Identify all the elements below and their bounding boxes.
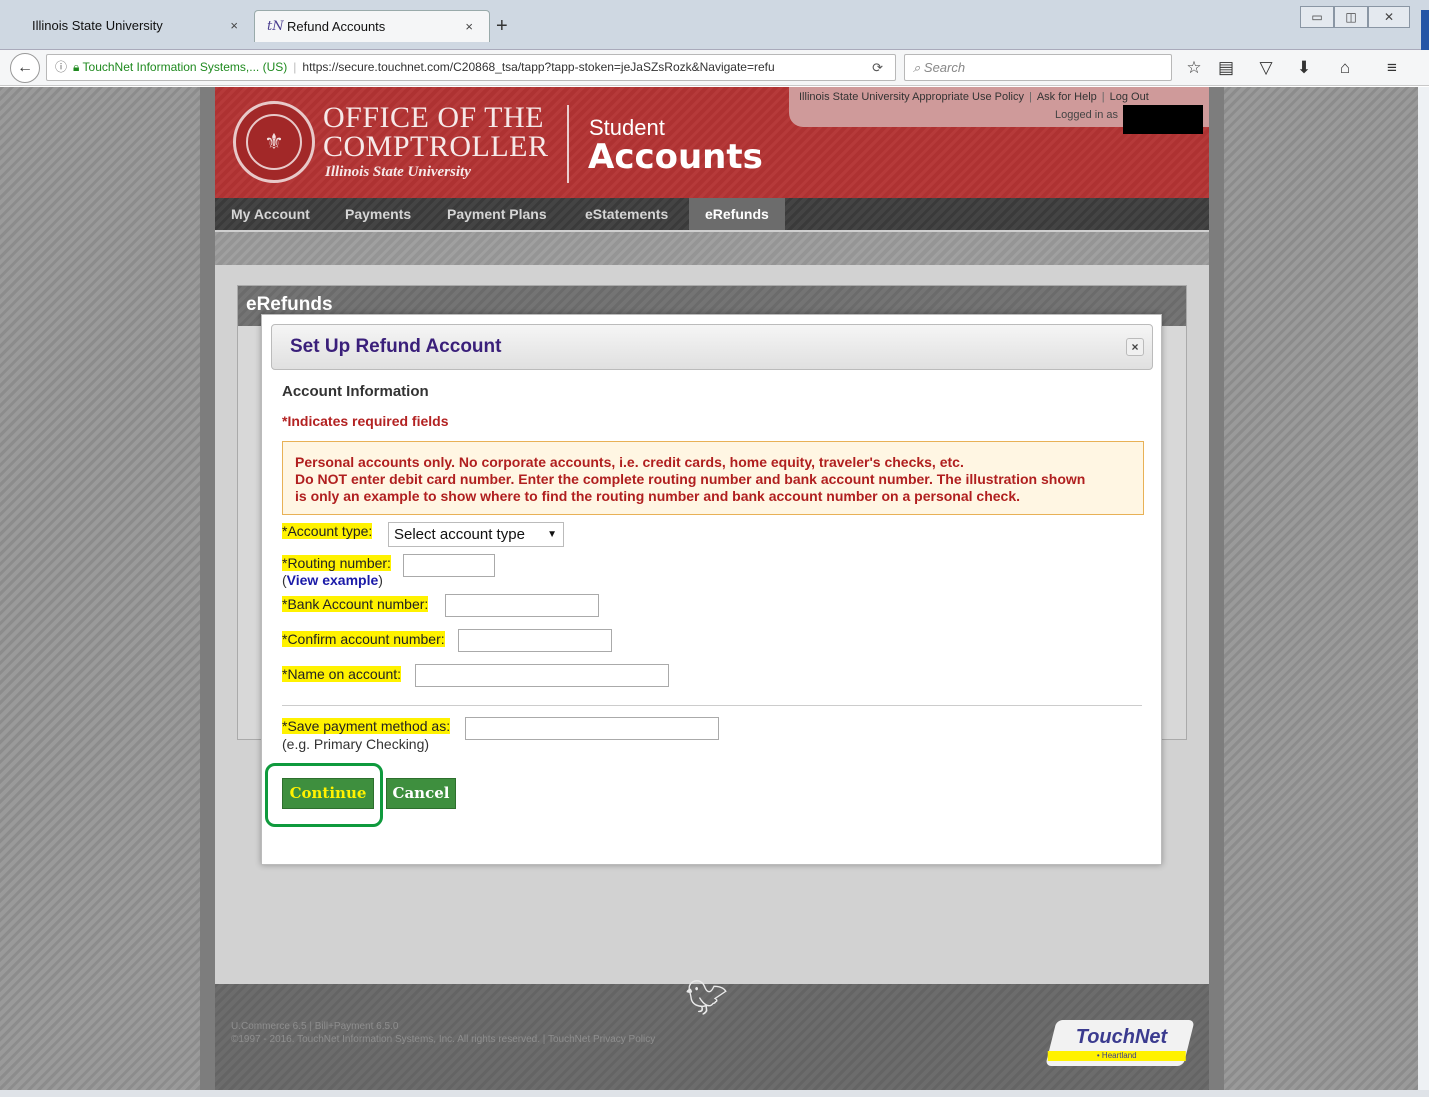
sub-menu-bar: [215, 230, 1209, 265]
tab-close-icon[interactable]: ×: [230, 10, 238, 42]
menu-my-account[interactable]: My Account: [215, 198, 326, 230]
touchnet-logo: TouchNet • Heartland: [1045, 1020, 1195, 1066]
search-input[interactable]: ⌕ Search: [904, 54, 1172, 81]
reading-list-icon[interactable]: ▤: [1214, 58, 1238, 78]
view-example-link[interactable]: View example: [287, 572, 379, 588]
dialog-close-icon[interactable]: ×: [1126, 338, 1144, 356]
url-text: https://secure.touchnet.com/C20868_tsa/t…: [302, 60, 775, 74]
panel-title: eRefunds: [246, 294, 333, 315]
personal-accounts-notice: Personal accounts only. No corporate acc…: [282, 441, 1144, 515]
footer-text: U.Commerce 6.5 | Bill+Payment 6.5.0 ©199…: [231, 1021, 656, 1045]
pocket-icon[interactable]: ▽: [1254, 58, 1278, 78]
search-icon: ⌕: [913, 60, 921, 75]
university-seal-icon: ⚜: [233, 101, 315, 183]
tab-title: Illinois State University: [32, 18, 163, 33]
required-fields-note: *Indicates required fields: [282, 413, 449, 429]
header-banner: ⚜ OFFICE OF THE COMPTROLLER Illinois Sta…: [215, 87, 1209, 198]
address-bar[interactable]: ⓘ 🔒︎ TouchNet Information Systems,... (US…: [46, 54, 896, 81]
university-name: Illinois State University: [325, 164, 471, 180]
account-type-select[interactable]: Select account type ▼: [388, 522, 564, 547]
home-icon[interactable]: ⌂: [1333, 58, 1357, 78]
bank-account-input[interactable]: [445, 594, 599, 617]
bank-account-label: *Bank Account number:: [282, 596, 429, 612]
setup-refund-account-dialog: Set Up Refund Account × Account Informat…: [261, 314, 1162, 865]
section-heading: Account Information: [282, 383, 429, 400]
status-bar: [0, 1090, 1429, 1097]
confirm-account-label: *Confirm account number:: [282, 631, 445, 647]
maximize-icon[interactable]: ◫: [1334, 6, 1368, 28]
dialog-title: Set Up Refund Account: [290, 336, 502, 357]
tab-title: Refund Accounts: [287, 19, 386, 34]
tab-illinois-state[interactable]: Illinois State University ×: [14, 10, 254, 42]
office-title: OFFICE OF THE COMPTROLLER: [323, 101, 549, 163]
site-identity: TouchNet Information Systems,... (US): [82, 60, 288, 74]
download-icon[interactable]: ⬇: [1292, 58, 1316, 78]
routing-number-input[interactable]: [403, 554, 495, 577]
ask-for-help-link[interactable]: Ask for Help: [1037, 91, 1097, 103]
browser-nav-bar: ← ⓘ 🔒︎ TouchNet Information Systems,... (…: [0, 50, 1429, 86]
tab-close-icon[interactable]: ×: [465, 11, 473, 43]
lock-icon: 🔒︎: [73, 60, 80, 74]
new-tab-button[interactable]: +: [496, 10, 508, 42]
routing-number-label: *Routing number:: [282, 555, 391, 571]
account-type-label: *Account type:: [282, 523, 373, 539]
menu-erefunds[interactable]: eRefunds: [689, 198, 785, 230]
menu-hamburger-icon[interactable]: ≡: [1380, 58, 1404, 78]
info-icon[interactable]: ⓘ: [55, 60, 67, 74]
save-as-label: *Save payment method as:: [282, 718, 451, 734]
accounts-label: Accounts: [588, 137, 763, 177]
save-as-input[interactable]: [465, 717, 719, 740]
dropdown-arrow-icon: ▼: [547, 529, 557, 540]
confirm-account-input[interactable]: [458, 629, 612, 652]
browser-tab-bar: Illinois State University × tN Refund Ac…: [0, 0, 1429, 74]
touchnet-favicon-icon: tN: [267, 19, 284, 34]
logged-in-label: Logged in as: [1055, 109, 1118, 121]
minimize-icon[interactable]: ▭: [1300, 6, 1334, 28]
menu-payment-plans[interactable]: Payment Plans: [431, 198, 563, 230]
continue-button[interactable]: Continue: [282, 778, 374, 809]
reload-icon[interactable]: ⟳: [872, 55, 883, 80]
main-menu: My Account Payments Payment Plans eState…: [215, 198, 1209, 230]
cancel-button[interactable]: Cancel: [386, 778, 456, 809]
redbird-logo-icon: 🐦︎: [685, 979, 729, 1017]
view-example-row: (View example): [282, 572, 383, 588]
divider: [282, 705, 1142, 706]
log-out-link[interactable]: Log Out: [1110, 91, 1149, 103]
page-scrollbar[interactable]: [1418, 87, 1429, 1097]
tab-refund-accounts[interactable]: tN Refund Accounts ×: [254, 10, 490, 42]
name-on-account-input[interactable]: [415, 664, 669, 687]
menu-payments[interactable]: Payments: [329, 198, 427, 230]
appropriate-use-link[interactable]: Illinois State University Appropriate Us…: [799, 91, 1024, 103]
dialog-header: Set Up Refund Account ×: [271, 324, 1153, 370]
header-divider: [567, 105, 569, 183]
save-as-hint: (e.g. Primary Checking): [282, 736, 430, 752]
name-on-account-label: *Name on account:: [282, 666, 402, 682]
menu-estatements[interactable]: eStatements: [569, 198, 684, 230]
search-placeholder: Search: [923, 60, 966, 75]
bookmark-star-icon[interactable]: ☆: [1182, 58, 1206, 78]
back-arrow-icon[interactable]: ←: [10, 53, 40, 83]
redacted-username: [1123, 105, 1203, 134]
page-footer: 🐦︎ U.Commerce 6.5 | Bill+Payment 6.5.0 ©…: [215, 979, 1209, 1097]
window-close-icon[interactable]: ✕: [1368, 6, 1410, 28]
